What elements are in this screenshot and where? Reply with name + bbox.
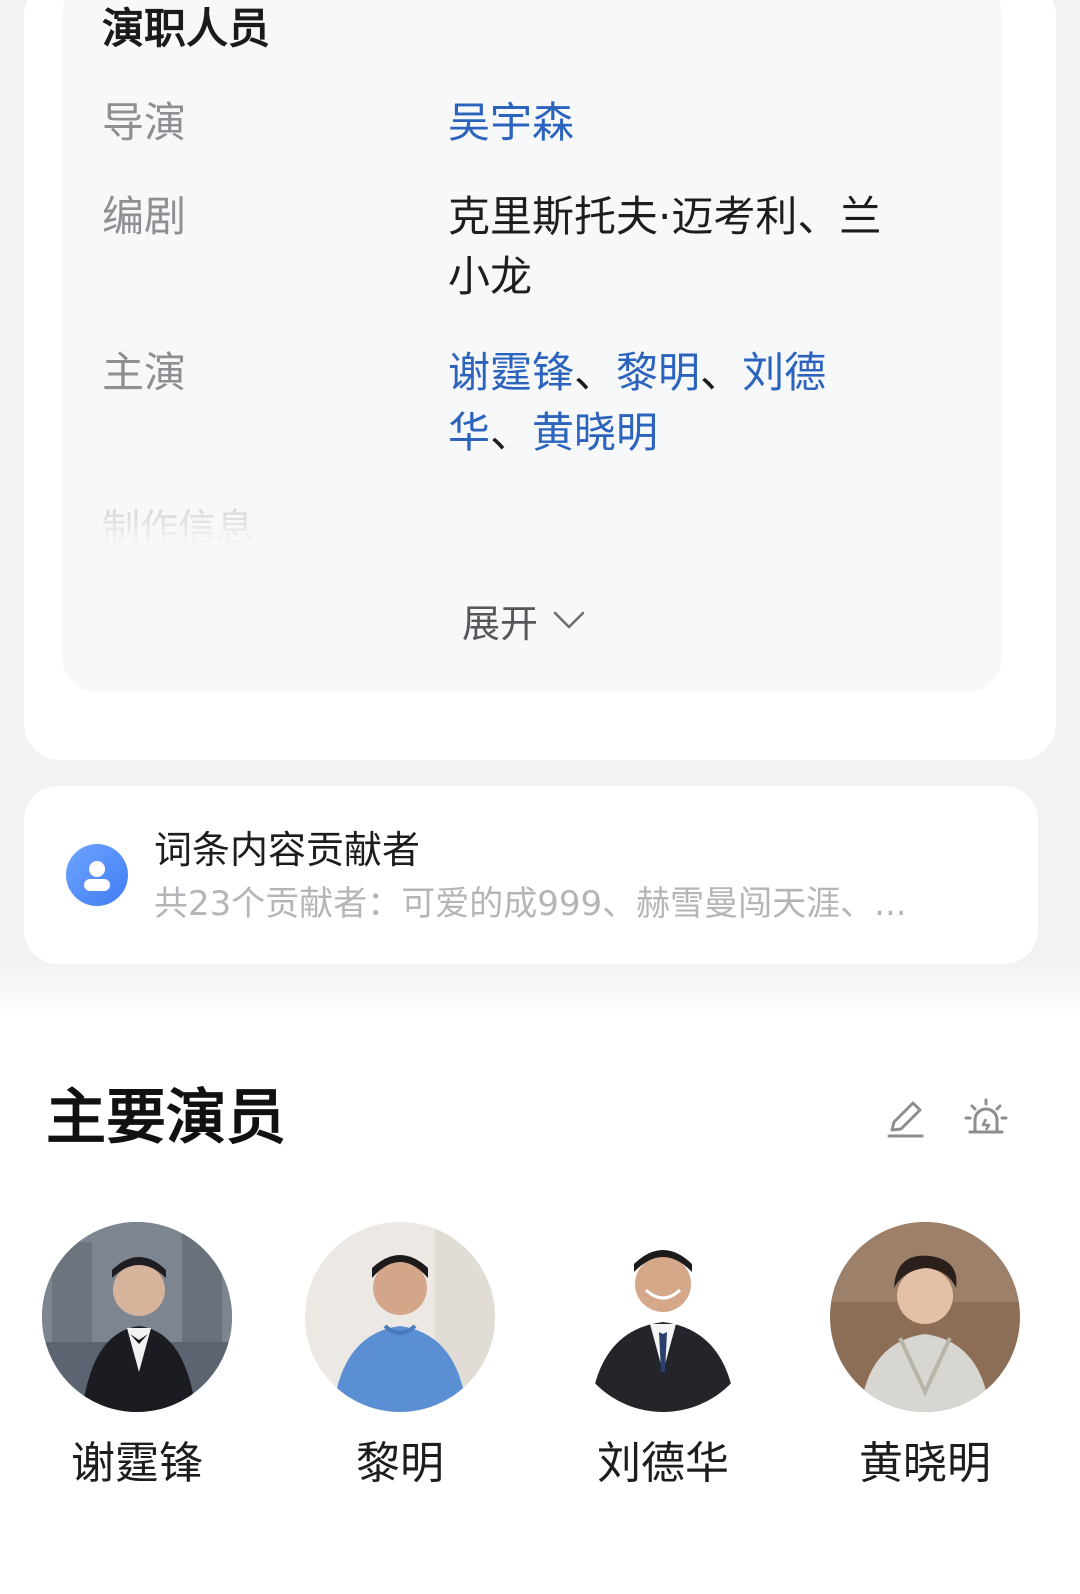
star-link-2[interactable]: 黎明: [616, 348, 700, 397]
separator: 、: [574, 348, 617, 397]
production-info-label: 制作信息: [102, 500, 255, 544]
writer-value: 克里斯托夫·迈考利、兰 小龙: [448, 187, 948, 307]
star-link-4[interactable]: 黄晓明: [532, 408, 658, 457]
starring-label: 主演: [102, 348, 187, 397]
actor-name-1: 谢霆锋: [71, 1438, 203, 1489]
contributors-summary: 共23个贡献者：可爱的成999、赫雪曼闯天涯、...: [154, 884, 907, 924]
writer-line-1: 克里斯托夫·迈考利、兰: [448, 192, 882, 241]
expand-button[interactable]: 展开: [462, 592, 586, 648]
writer-line-2: 小龙: [448, 252, 533, 301]
expand-label: 展开: [462, 601, 539, 646]
actor-photo-1: [42, 1222, 232, 1412]
contributors-card[interactable]: [24, 786, 1038, 964]
star-link-1[interactable]: 谢霆锋: [448, 348, 574, 397]
actor-card-3[interactable]: 刘德华: [568, 1222, 758, 1494]
siren-alert-icon[interactable]: [962, 1094, 1010, 1142]
main-cast-title: 主要演员: [46, 1083, 286, 1153]
chevron-down-icon: [553, 611, 585, 629]
actor-name-2: 黎明: [356, 1438, 444, 1489]
actor-name-4: 黄晓明: [859, 1438, 991, 1489]
actor-card-4[interactable]: 黄晓明: [830, 1222, 1020, 1494]
actor-name-3: 刘德华: [597, 1438, 729, 1489]
actor-photo-3: [568, 1222, 758, 1412]
contributors-title: 词条内容贡献者: [154, 828, 421, 872]
separator: 、: [490, 408, 533, 457]
director-link[interactable]: 吴宇森: [448, 98, 574, 147]
pencil-edit-icon[interactable]: [882, 1094, 930, 1142]
writer-label: 编剧: [102, 192, 187, 241]
director-label: 导演: [102, 98, 187, 147]
actor-photo-4: [830, 1222, 1020, 1412]
separator: 、: [700, 348, 743, 397]
director-value: 吴宇森: [448, 93, 948, 153]
credits-heading: 演职人员: [102, 4, 271, 53]
actor-card-1[interactable]: 谢霆锋: [42, 1222, 232, 1494]
contributor-user-icon: [66, 844, 128, 906]
starring-value: 谢霆锋、黎明、刘德华、黄晓明: [448, 343, 908, 463]
background-fade: [0, 960, 1080, 1020]
actor-photo-2: [305, 1222, 495, 1412]
production-info-text: 制作信息: [102, 506, 255, 544]
actor-card-2[interactable]: 黎明: [305, 1222, 495, 1494]
